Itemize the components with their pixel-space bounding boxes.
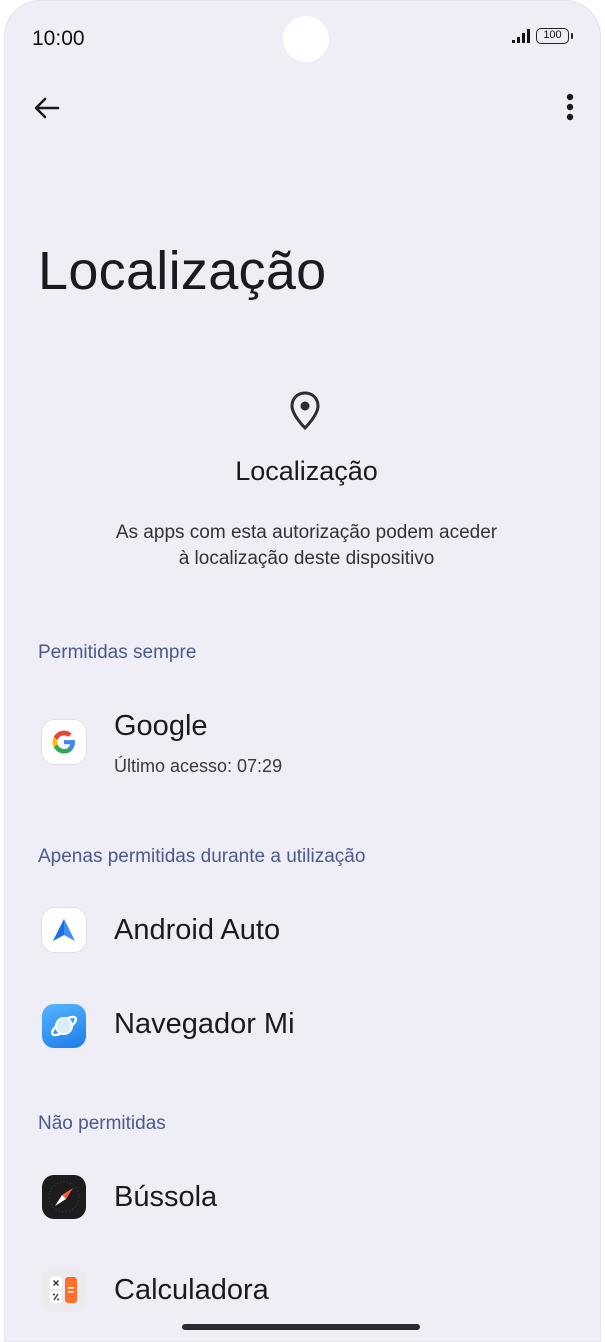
calculator-icon — [42, 1268, 86, 1312]
status-bar: 10:00 100 — [4, 0, 601, 80]
location-pin-icon — [290, 391, 320, 431]
arrow-left-icon — [34, 97, 60, 119]
home-indicator[interactable] — [182, 1324, 420, 1330]
app-name: Calculadora — [114, 1274, 269, 1306]
google-icon — [42, 720, 86, 764]
signal-icon — [512, 29, 530, 43]
app-row-calculadora[interactable]: Calculadora — [4, 1250, 601, 1330]
app-name: Navegador Mi — [114, 1008, 295, 1040]
mi-browser-icon — [42, 1004, 86, 1048]
header-description-line1: As apps com esta autorização podem acede… — [115, 522, 498, 543]
more-vert-icon — [566, 93, 574, 121]
section-label-while-using: Apenas permitidas durante a utilização — [38, 846, 366, 867]
app-row-navegador-mi[interactable]: Navegador Mi — [4, 984, 601, 1064]
compass-icon — [42, 1175, 86, 1219]
status-time: 10:00 — [32, 27, 85, 50]
app-name: Android Auto — [114, 914, 281, 946]
battery-icon: 100 — [536, 28, 573, 44]
app-row-bussola[interactable]: Bússola — [4, 1157, 601, 1237]
header-description-line2: à localização deste dispositivo — [178, 548, 435, 569]
header-description: As apps com esta autorização podem acede… — [64, 520, 549, 572]
app-name: Bússola — [114, 1181, 218, 1213]
android-auto-icon — [42, 908, 86, 952]
app-row-android-auto[interactable]: Android Auto — [4, 890, 601, 970]
more-options-button[interactable] — [556, 90, 584, 126]
app-name: Google — [114, 710, 208, 742]
camera-cutout — [283, 16, 329, 62]
header-title: Localização — [235, 456, 378, 486]
section-label-denied: Não permitidas — [38, 1113, 166, 1134]
app-last-access: Último acesso: 07:29 — [114, 756, 283, 776]
page-title: Localização — [38, 241, 327, 301]
back-button[interactable] — [30, 91, 64, 125]
app-row-google[interactable]: Google Último acesso: 07:29 — [4, 702, 601, 782]
location-permission-screen: 10:00 100 Localização Localização As app… — [4, 0, 601, 1342]
section-label-always: Permitidas sempre — [38, 642, 197, 663]
